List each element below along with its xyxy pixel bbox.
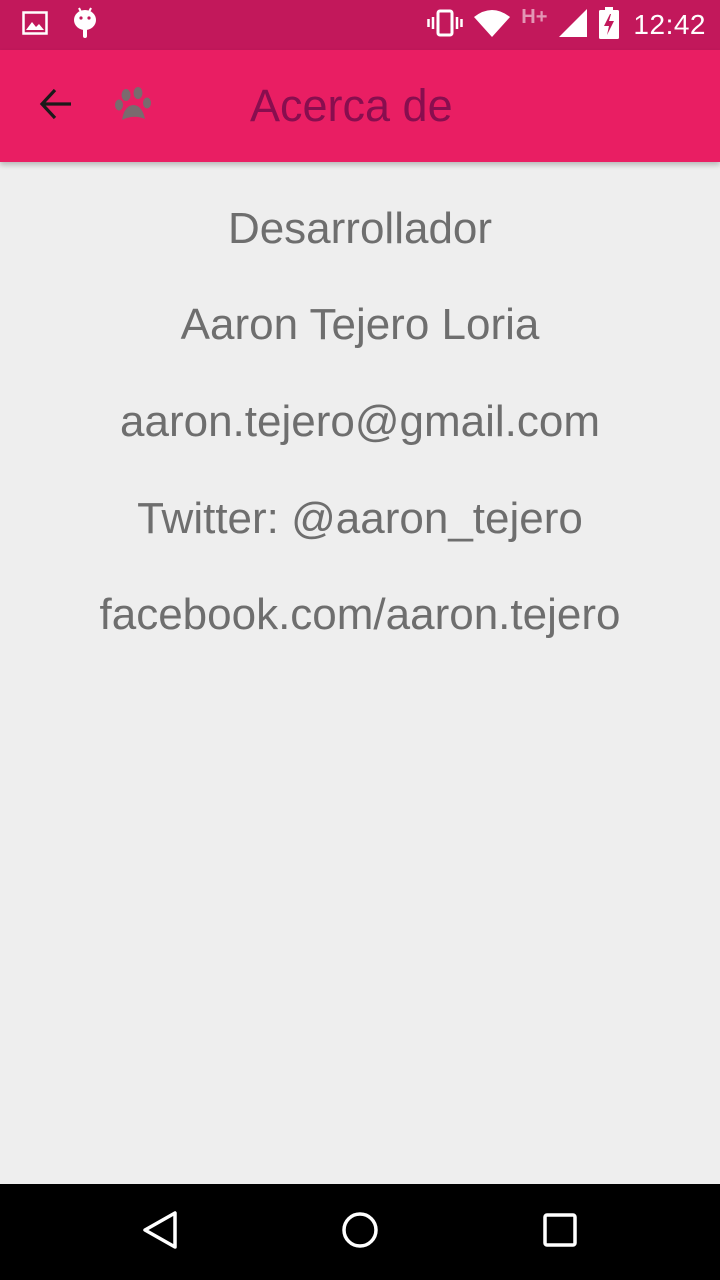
developer-email: aaron.tejero@gmail.com	[120, 397, 600, 446]
status-notifications	[22, 6, 98, 45]
vibrate-icon	[427, 9, 464, 42]
android-debug-icon	[72, 6, 98, 45]
about-content: Desarrollador Aaron Tejero Loria aaron.t…	[0, 162, 720, 1184]
back-button[interactable]	[28, 78, 84, 134]
battery-charging-icon	[599, 6, 620, 44]
image-icon	[22, 10, 48, 40]
developer-name: Aaron Tejero Loria	[180, 300, 540, 349]
status-time: 12:42	[633, 9, 706, 40]
status-bar: H+ 12:42	[0, 0, 720, 50]
app-bar: Acerca de	[0, 50, 720, 162]
wifi-icon	[473, 8, 511, 43]
paw-icon	[114, 86, 158, 126]
nav-recents-button[interactable]	[536, 1208, 584, 1256]
developer-facebook: facebook.com/aaron.tejero	[99, 590, 621, 639]
arrow-back-icon	[38, 86, 74, 127]
navigation-bar	[0, 1184, 720, 1280]
back-triangle-icon	[140, 1209, 180, 1256]
developer-twitter: Twitter: @aaron_tejero	[137, 494, 583, 543]
page-title: Acerca de	[250, 80, 453, 131]
nav-home-button[interactable]	[336, 1208, 384, 1256]
status-system: H+ 12:42	[427, 0, 706, 50]
signal-icon	[557, 7, 589, 44]
developer-heading: Desarrollador	[227, 204, 493, 253]
recents-square-icon	[542, 1212, 578, 1253]
home-circle-icon	[340, 1210, 380, 1255]
network-type-label: H+	[521, 5, 548, 28]
nav-back-button[interactable]	[136, 1208, 184, 1256]
